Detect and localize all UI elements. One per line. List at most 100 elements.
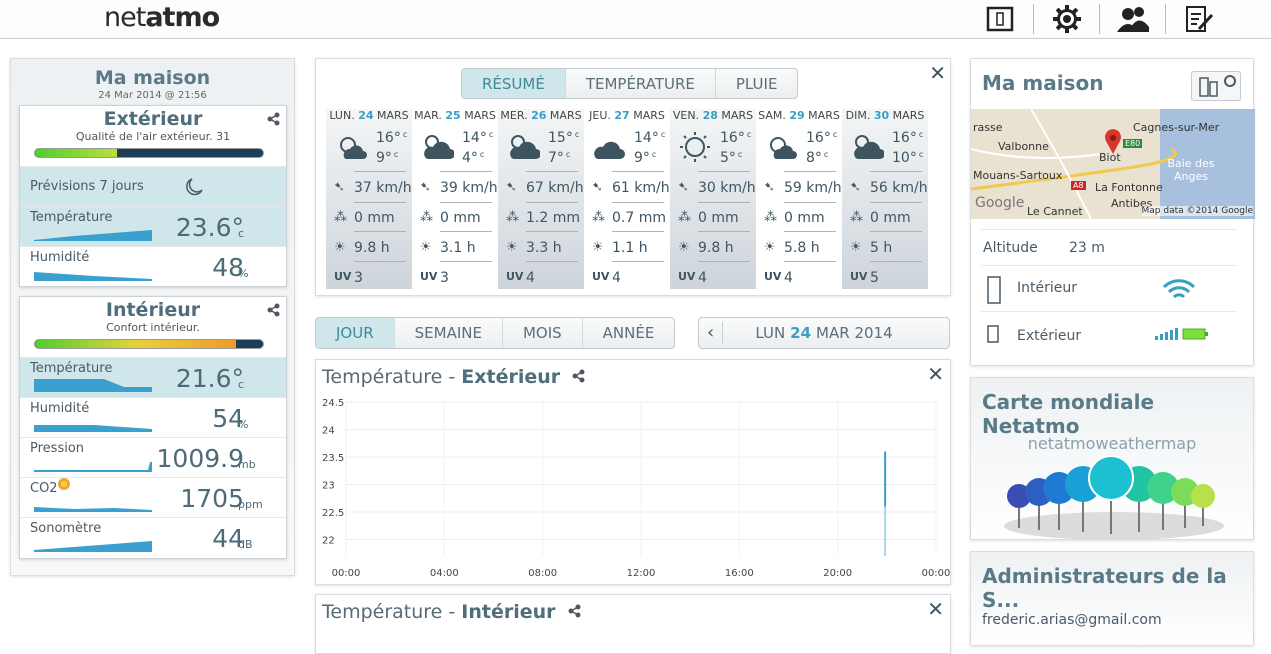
forecast-day[interactable]: SAM. 29 MARS 16° c 8° c ➷ 59 km/h ⁂ 0 mm ☀… xyxy=(756,109,842,289)
close-icon[interactable]: ✕ xyxy=(927,362,944,386)
forecast-7-days-row[interactable]: Prévisions 7 jours xyxy=(20,166,286,206)
share-icon[interactable] xyxy=(572,369,585,383)
outdoor-title: Extérieur xyxy=(103,108,203,130)
forecast-panel: RÉSUMÉ TEMPÉRATURE PLUIE ✕ LUN. 24 MARS … xyxy=(315,58,951,296)
divider xyxy=(354,231,406,232)
station-panel: Ma maison 24 Mar 2014 @ 21:56 Extérieur … xyxy=(10,58,295,576)
x-tick-label: 16:00 xyxy=(725,568,754,579)
share-icon[interactable] xyxy=(267,112,280,130)
share-icon[interactable] xyxy=(267,303,280,321)
temp-max: 15° c xyxy=(548,130,580,146)
x-tick-label: 04:00 xyxy=(430,568,459,579)
y-tick-label: 24.5 xyxy=(322,398,344,409)
tab-pluie[interactable]: PLUIE xyxy=(714,69,798,98)
netatmo-logo[interactable]: netatmo xyxy=(104,2,220,33)
forecast-day[interactable]: VEN. 28 MARS 16° c 5° c ➷ 30 km/h ⁂ 0 mm ☀… xyxy=(670,109,756,289)
temp-min: 10° c xyxy=(892,150,924,166)
users-icon[interactable] xyxy=(1099,4,1165,34)
day-label: LUN. 24 MARS xyxy=(329,109,409,122)
pressure-row[interactable]: Pression 1009.9 mb xyxy=(20,437,286,477)
module-icon[interactable] xyxy=(967,4,1033,34)
sunshine-icon: ☀ xyxy=(592,240,604,255)
divider xyxy=(870,231,922,232)
house-card: Ma maison rasse Cagnes-sur-Mer Valbonne … xyxy=(970,58,1255,366)
edit-icon[interactable] xyxy=(1165,4,1231,34)
rain-value: 0 mm xyxy=(440,210,481,226)
air-quality-text: Qualité de l'air extérieur. 31 xyxy=(75,130,231,143)
forecast-day[interactable]: LUN. 24 MARS 16° c 9° c ➷ 37 km/h ⁂ 0 mm ☀… xyxy=(326,109,412,289)
divider xyxy=(526,231,578,232)
tab-temperature[interactable]: TEMPÉRATURE xyxy=(564,69,715,98)
sparkline xyxy=(34,462,152,472)
wind-icon: ➷ xyxy=(334,180,345,195)
forecast-day[interactable]: MER. 26 MARS 15° c 7° c ➷ 67 km/h ⁂ 1.2 mm… xyxy=(498,109,584,289)
temp-max: 14° c xyxy=(462,130,494,146)
indoor-temperature-row[interactable]: Température 21.6° c xyxy=(20,357,286,397)
temp-min: 5° c xyxy=(720,150,743,166)
admins-title: Administrateurs de la S... xyxy=(982,564,1227,612)
y-tick-label: 23.5 xyxy=(322,453,344,464)
share-icon[interactable] xyxy=(568,604,581,618)
temp-min: 9° c xyxy=(634,150,657,166)
forecast-day[interactable]: MAR. 25 MARS 14° c 4° c ➷ 39 km/h ⁂ 0 mm ☀… xyxy=(412,109,498,289)
outdoor-humidity-row[interactable]: Humidité 48 % xyxy=(20,246,286,286)
forecast-day[interactable]: DIM. 30 MARS 16° c 10° c ➷ 56 km/h ⁂ 0 mm … xyxy=(842,109,928,289)
temp-max: 16° c xyxy=(720,130,752,146)
x-tick-label: 12:00 xyxy=(627,568,656,579)
divider xyxy=(612,261,664,262)
co2-row[interactable]: CO2 1705 ppm xyxy=(20,477,286,517)
tab-mois[interactable]: MOIS xyxy=(501,318,582,348)
temp-min: 7° c xyxy=(548,150,571,166)
gear-icon[interactable] xyxy=(1033,4,1099,34)
co2-alert-icon xyxy=(56,476,72,496)
world-map-card[interactable]: Carte mondiale Netatmo netatmoweathermap xyxy=(970,377,1254,540)
station-settings-button[interactable] xyxy=(1191,71,1241,101)
forecast-day[interactable]: JEU. 27 MARS 14° c 9° c ➷ 61 km/h ⁂ 0.7 mm… xyxy=(584,109,670,289)
tab-semaine[interactable]: SEMAINE xyxy=(393,318,502,348)
uv-value: 3 xyxy=(440,270,449,286)
previous-day-button[interactable]: ‹ xyxy=(707,322,724,343)
tab-annee[interactable]: ANNÉE xyxy=(581,318,675,348)
day-label: VEN. 28 MARS xyxy=(672,109,754,122)
outdoor-module: Extérieur Qualité de l'air extérieur. 31… xyxy=(19,105,287,287)
uv-value: 4 xyxy=(526,270,535,286)
day-label: MAR. 25 MARS xyxy=(414,109,496,122)
sunshine-icon: ☀ xyxy=(334,240,346,255)
sunshine-icon: ☀ xyxy=(420,240,432,255)
module-row-exterieur[interactable]: Extérieur xyxy=(981,311,1237,357)
indoor-humidity-row[interactable]: Humidité 54 % xyxy=(20,397,286,437)
y-tick-label: 22.5 xyxy=(322,508,344,519)
y-tick-label: 22 xyxy=(322,536,335,547)
indoor-title: Intérieur xyxy=(105,299,201,321)
rain-value: 0 mm xyxy=(698,210,739,226)
location-map[interactable]: rasse Cagnes-sur-Mer Valbonne Biot E80 M… xyxy=(971,109,1255,219)
uv-value: 4 xyxy=(698,270,707,286)
close-icon[interactable]: ✕ xyxy=(927,597,944,621)
noise-row[interactable]: Sonomètre 44 dB xyxy=(20,517,286,557)
forecast-days: LUN. 24 MARS 16° c 9° c ➷ 37 km/h ⁂ 0 mm ☀… xyxy=(326,109,928,289)
divider xyxy=(784,202,836,203)
divider xyxy=(698,202,750,203)
rain-value: 0 mm xyxy=(784,210,825,226)
uv-icon: UV xyxy=(678,270,696,283)
divider xyxy=(526,261,578,262)
close-icon[interactable]: ✕ xyxy=(929,61,946,85)
rain-value: 0.7 mm xyxy=(612,210,666,226)
module-row-interieur[interactable]: Intérieur xyxy=(981,265,1237,311)
chart-title: Température - Intérieur xyxy=(322,601,581,623)
divider xyxy=(354,202,406,203)
sparkline xyxy=(34,230,152,241)
comfort-text: Confort intérieur. xyxy=(106,321,200,334)
sunshine-value: 9.8 h xyxy=(698,240,734,256)
rain-value: 0 mm xyxy=(354,210,395,226)
divider xyxy=(612,171,664,172)
tab-jour[interactable]: JOUR xyxy=(316,318,394,348)
air-quality-bar xyxy=(34,148,264,158)
admin-email[interactable]: frederic.arias@gmail.com xyxy=(982,612,1162,628)
uv-value: 4 xyxy=(612,270,621,286)
tab-resume[interactable]: RÉSUMÉ xyxy=(462,69,565,98)
weathermap-logo: netatmoweathermap xyxy=(1027,434,1197,453)
outdoor-temperature-row[interactable]: Température 23.6° c xyxy=(20,206,286,246)
rain-icon: ⁂ xyxy=(592,210,605,225)
rain-icon: ⁂ xyxy=(506,210,519,225)
